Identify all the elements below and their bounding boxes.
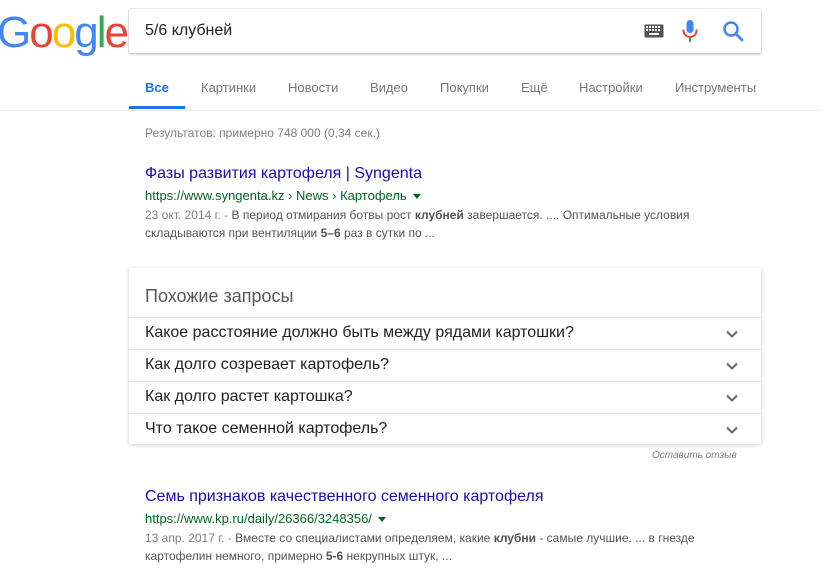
snippet-line: складываются при вентиляции 5–6 раз в су… xyxy=(145,224,755,242)
tab-tools[interactable]: Инструменты xyxy=(675,78,756,109)
search-icon[interactable] xyxy=(722,20,744,42)
chevron-down-icon[interactable] xyxy=(725,359,739,373)
logo-letter: l xyxy=(96,8,107,57)
search-box xyxy=(129,9,761,53)
result-stats: Результатов: примерно 748 000 (0,34 сек.… xyxy=(145,126,380,140)
snippet-highlight: 5–6 xyxy=(320,226,341,240)
search-result: Фазы развития картофеля | Syngenta https… xyxy=(145,164,755,242)
snippet-highlight: клубней xyxy=(414,208,464,222)
result-snippet: 23 окт. 2014 г. - В период отмирания бот… xyxy=(145,206,755,242)
search-result: Семь признаков качественного семенного к… xyxy=(145,487,755,565)
tab-more[interactable]: Ещё xyxy=(521,78,548,109)
snippet-line: 23 окт. 2014 г. - В период отмирания бот… xyxy=(145,206,755,224)
logo-letter: e xyxy=(104,8,129,57)
logo-letter: g xyxy=(74,8,99,57)
snippet-text: Вместе со специалистами определяем, каки… xyxy=(231,531,494,545)
snippet-line: 13 апр. 2017 г. - Вместе со специалистам… xyxy=(145,529,755,547)
feedback-link[interactable]: Оставить отзыв xyxy=(652,450,737,461)
keyboard-icon[interactable] xyxy=(644,24,664,38)
snippet-text: завершается. .... Оптимальные условия xyxy=(463,208,690,222)
related-questions-panel: Похожие запросы Какое расстояние должно … xyxy=(129,268,761,444)
logo-letter: o xyxy=(51,8,77,57)
result-date: 13 апр. 2017 г. - xyxy=(145,531,232,545)
tab-settings[interactable]: Настройки xyxy=(579,78,643,109)
snippet-highlight: 5-6 xyxy=(325,549,344,563)
tab-news[interactable]: Новости xyxy=(288,78,338,109)
snippet-text: раз в сутки по ... xyxy=(340,226,436,240)
microphone-icon[interactable] xyxy=(682,20,698,42)
result-date: 23 окт. 2014 г. - xyxy=(145,208,229,222)
related-question[interactable]: Как долго созревает картофель? xyxy=(129,349,761,382)
result-url-text[interactable]: https://www.syngenta.kz › News › Картофе… xyxy=(145,188,407,203)
snippet-text: некрупных штук, ... xyxy=(343,549,452,563)
related-question-text: Что такое семенной картофель? xyxy=(145,420,388,437)
logo-letter: G xyxy=(0,8,31,57)
related-question-text: Как долго растет картошка? xyxy=(145,388,353,405)
result-url: https://www.kp.ru/daily/26366/3248356/ xyxy=(145,510,755,528)
related-question-text: Какое расстояние должно быть между рядам… xyxy=(145,324,574,341)
chevron-down-icon[interactable] xyxy=(725,327,739,341)
tab-all[interactable]: Все xyxy=(129,78,185,109)
snippet-text: картофелин немного, примерно xyxy=(145,549,326,563)
header: Google Все Картинки Новости Видео Покупк… xyxy=(0,0,821,111)
tab-video[interactable]: Видео xyxy=(370,78,408,109)
tab-images[interactable]: Картинки xyxy=(201,78,256,109)
snippet-text: В период отмирания ботвы рост xyxy=(228,208,415,222)
related-question[interactable]: Что такое семенной картофель? xyxy=(129,413,761,446)
logo-letter: o xyxy=(29,8,54,57)
google-logo[interactable]: Google xyxy=(0,8,129,58)
result-snippet: 13 апр. 2017 г. - Вместе со специалистам… xyxy=(145,529,755,565)
caret-down-icon[interactable] xyxy=(377,517,386,523)
search-input[interactable] xyxy=(145,9,625,53)
related-question-text: Как долго созревает картофель? xyxy=(145,356,390,373)
snippet-line: картофелин немного, примерно 5-6 некрупн… xyxy=(145,547,755,565)
tab-shopping[interactable]: Покупки xyxy=(440,78,489,109)
chevron-down-icon[interactable] xyxy=(725,423,739,437)
chevron-down-icon[interactable] xyxy=(725,391,739,405)
related-title: Похожие запросы xyxy=(145,286,294,306)
result-url: https://www.syngenta.kz › News › Картофе… xyxy=(145,187,755,205)
snippet-text: - самые лучшие. ... в гнезде xyxy=(536,531,695,545)
snippet-highlight: клубни xyxy=(493,531,537,545)
result-url-text[interactable]: https://www.kp.ru/daily/26366/3248356/ xyxy=(145,511,372,526)
result-title-link[interactable]: Фазы развития картофеля | Syngenta xyxy=(145,164,755,184)
caret-down-icon[interactable] xyxy=(412,194,421,200)
snippet-text: складываются при вентиляции xyxy=(145,226,321,240)
result-title-link[interactable]: Семь признаков качественного семенного к… xyxy=(145,487,755,507)
related-question[interactable]: Как долго растет картошка? xyxy=(129,381,761,414)
related-question[interactable]: Какое расстояние должно быть между рядам… xyxy=(129,317,761,350)
